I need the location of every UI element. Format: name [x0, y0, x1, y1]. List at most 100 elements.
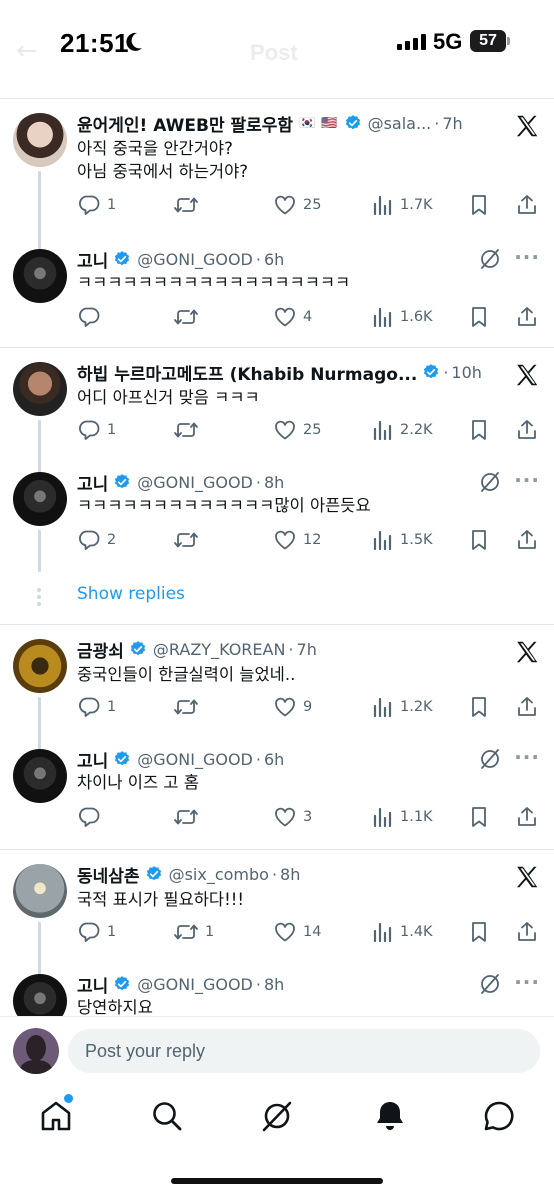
grok-icon[interactable] [259, 1098, 295, 1134]
like-button[interactable]: 25 [273, 416, 321, 444]
views-count: 1.6K [400, 309, 433, 325]
views-button[interactable]: 1.5K [372, 526, 433, 554]
messages-icon[interactable] [481, 1098, 517, 1134]
grok-icon[interactable] [478, 747, 502, 771]
avatar[interactable] [13, 113, 67, 167]
repost-button[interactable] [173, 693, 205, 721]
avatar[interactable] [13, 362, 67, 416]
avatar[interactable] [13, 864, 67, 918]
share-button[interactable] [515, 191, 539, 219]
display-name[interactable]: 고니 [77, 470, 108, 495]
avatar[interactable] [13, 749, 67, 803]
views-button[interactable]: 2.2K [372, 416, 433, 444]
reply-button[interactable] [77, 303, 107, 331]
handle[interactable]: @GONI_GOOD [137, 975, 253, 994]
reply-count: 1 [107, 699, 117, 715]
tweet-line: ㅋㅋㅋㅋㅋㅋㅋㅋㅋㅋㅋㅋㅋㅋㅋㅋㅋㅋ [77, 273, 351, 292]
share-button[interactable] [515, 526, 539, 554]
more-options-icon[interactable]: ··· [514, 245, 540, 269]
bookmark-button[interactable] [468, 526, 490, 554]
reply-input[interactable]: Post your reply [68, 1029, 540, 1073]
display-name[interactable]: 고니 [77, 747, 108, 772]
views-count: 1.5K [400, 532, 433, 548]
reply-button[interactable]: 1 [77, 416, 116, 444]
share-button[interactable] [515, 803, 539, 831]
handle[interactable]: @GONI_GOOD [137, 250, 253, 269]
more-options-icon[interactable]: ··· [514, 468, 540, 492]
reply-icon [79, 195, 100, 215]
reply-button[interactable]: 1 [77, 918, 116, 946]
reply-button[interactable]: 1 [77, 191, 116, 219]
reply-icon [79, 807, 100, 827]
back-arrow-icon[interactable]: ← [16, 36, 38, 66]
verified-badge-icon [115, 474, 130, 489]
search-icon[interactable] [149, 1098, 185, 1134]
grok-icon[interactable] [478, 470, 502, 494]
repost-icon [174, 532, 198, 548]
bookmark-icon [472, 307, 486, 327]
like-button[interactable]: 9 [273, 693, 312, 721]
share-button[interactable] [515, 918, 539, 946]
verified-badge-icon [146, 866, 161, 881]
display-name[interactable]: 동네삼촌 [77, 862, 140, 887]
views-button[interactable]: 1.7K [372, 191, 433, 219]
separator-dot: · [255, 472, 261, 492]
share-icon [518, 307, 536, 326]
repost-button[interactable] [173, 526, 205, 554]
bookmark-button[interactable] [468, 303, 490, 331]
bookmark-button[interactable] [468, 918, 490, 946]
share-button[interactable] [515, 693, 539, 721]
views-button[interactable]: 1.4K [372, 918, 433, 946]
handle[interactable]: @six_combo [169, 865, 269, 884]
grok-icon[interactable] [478, 247, 502, 271]
bottom-nav [0, 1088, 554, 1148]
reply-button[interactable] [77, 803, 107, 831]
grok-icon[interactable] [478, 972, 502, 996]
display-name[interactable]: 고니 [77, 247, 108, 272]
like-button[interactable]: 25 [273, 191, 321, 219]
more-replies-dots [36, 588, 42, 609]
handle[interactable]: @RAZY_KOREAN [153, 640, 286, 659]
bookmark-button[interactable] [468, 803, 490, 831]
bookmark-button[interactable] [468, 693, 490, 721]
bookmark-button[interactable] [468, 416, 490, 444]
repost-button[interactable]: 1 [173, 918, 214, 946]
tweet-text: ㅋㅋㅋㅋㅋㅋㅋㅋㅋㅋㅋㅋㅋ많이 아픈듯요 [77, 494, 534, 517]
show-replies-link[interactable]: Show replies [77, 584, 185, 604]
display-name[interactable]: 금광쇠 [77, 637, 124, 662]
repost-button[interactable] [173, 303, 205, 331]
avatar[interactable] [13, 472, 67, 526]
avatar[interactable] [13, 249, 67, 303]
tweet-text: 중국인들이 한글실력이 늘었네.. [77, 663, 534, 686]
more-options-icon[interactable]: ··· [514, 970, 540, 994]
views-icon [373, 530, 392, 551]
like-button[interactable]: 14 [273, 918, 321, 946]
reply-button[interactable]: 2 [77, 526, 116, 554]
repost-button[interactable] [173, 191, 205, 219]
display-name[interactable]: 윤어게인! AWEB만 팔로우함 [77, 111, 293, 136]
display-name[interactable]: 고니 [77, 972, 108, 997]
handle[interactable]: @GONI_GOOD [137, 750, 253, 769]
views-button[interactable]: 1.2K [372, 693, 433, 721]
like-button[interactable]: 12 [273, 526, 321, 554]
avatar[interactable] [13, 639, 67, 693]
like-button[interactable]: 3 [273, 803, 312, 831]
share-button[interactable] [515, 303, 539, 331]
repost-button[interactable] [173, 416, 205, 444]
like-button[interactable]: 4 [273, 303, 312, 331]
views-button[interactable]: 1.6K [372, 303, 433, 331]
share-button[interactable] [515, 416, 539, 444]
like-count: 14 [303, 924, 322, 940]
reply-button[interactable]: 1 [77, 693, 116, 721]
repost-button[interactable] [173, 803, 205, 831]
more-options-icon[interactable]: ··· [514, 745, 540, 769]
verified-badge-icon [424, 364, 439, 379]
views-button[interactable]: 1.1K [372, 803, 433, 831]
my-avatar[interactable] [13, 1028, 59, 1074]
home-icon[interactable] [38, 1094, 74, 1134]
handle[interactable]: @GONI_GOOD [137, 473, 253, 492]
handle[interactable]: @sala... [368, 114, 432, 133]
notifications-icon[interactable] [372, 1098, 408, 1134]
display-name[interactable]: 하빕 누르마고메도프 (Khabib Nurmago... [77, 360, 417, 385]
bookmark-button[interactable] [468, 191, 490, 219]
